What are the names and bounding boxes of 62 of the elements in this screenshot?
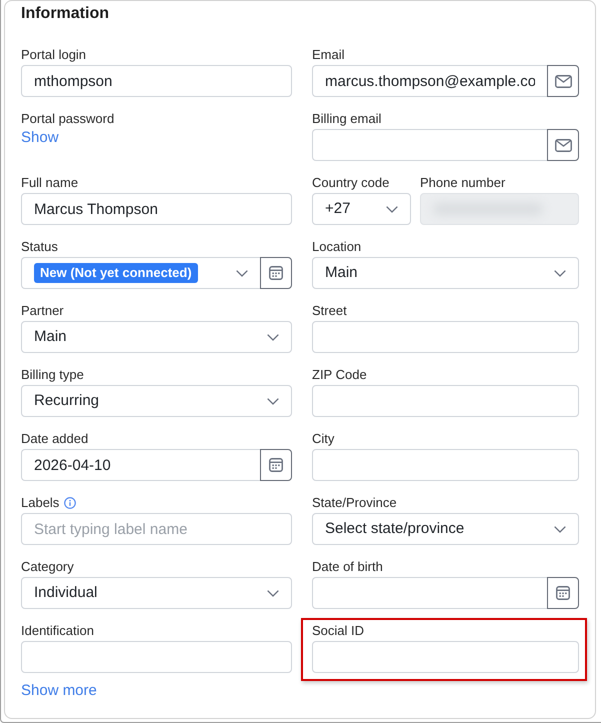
chevron-icon	[236, 270, 248, 276]
text-field[interactable]: Start typing label name	[21, 513, 292, 545]
field-label: Billing email	[312, 111, 382, 127]
field-label: Country code	[312, 175, 390, 191]
status-badge: New (Not yet connected)	[34, 263, 198, 283]
chevron-icon	[267, 590, 279, 596]
show-more-link[interactable]: Show more	[21, 682, 97, 700]
calendar-button[interactable]	[260, 449, 292, 481]
email-button[interactable]	[547, 129, 579, 161]
status-dropdown[interactable]: New (Not yet connected)	[21, 257, 260, 289]
calendar-button[interactable]	[547, 577, 579, 609]
date-field[interactable]: 2026-04-10	[21, 449, 260, 481]
calendar-icon	[269, 266, 283, 280]
field-label: Date of birth	[312, 559, 383, 575]
calendar-button[interactable]	[260, 257, 292, 289]
text-field[interactable]	[21, 641, 292, 673]
field-label: Portal login	[21, 47, 86, 63]
field-label: Date added	[21, 431, 88, 447]
text-field[interactable]	[312, 321, 579, 353]
dropdown[interactable]: Main	[312, 257, 579, 289]
field-label: Identification	[21, 623, 94, 639]
field-label: Social ID	[312, 623, 364, 639]
text-field[interactable]: mthompson	[21, 65, 292, 97]
field-label: Category	[21, 559, 74, 575]
calendar-icon	[269, 458, 283, 472]
dropdown[interactable]: Main	[21, 321, 292, 353]
dropdown[interactable]: Recurring	[21, 385, 292, 417]
text-field[interactable]: Marcus Thompson	[21, 193, 292, 225]
show-password-link[interactable]: Show	[21, 129, 59, 147]
field-label: City	[312, 431, 334, 447]
text-field[interactable]	[312, 385, 579, 417]
field-label: Billing type	[21, 367, 84, 383]
field-label: Location	[312, 239, 362, 255]
chevron-icon	[267, 334, 279, 340]
chevron-icon	[554, 526, 566, 532]
field-label: Partner	[21, 303, 64, 319]
field-label: Street	[312, 303, 347, 319]
text-field[interactable]	[312, 641, 579, 673]
field-label: Portal password	[21, 111, 114, 127]
info-icon[interactable]	[64, 497, 76, 509]
field-label: State/Province	[312, 495, 397, 511]
section-title: Information	[21, 4, 110, 24]
date-field[interactable]	[312, 577, 547, 609]
chevron-icon	[267, 398, 279, 404]
email-button[interactable]	[547, 65, 579, 97]
dropdown[interactable]: Individual	[21, 577, 292, 609]
envelope-icon	[554, 138, 572, 152]
field-label: Full name	[21, 175, 78, 191]
text-field[interactable]	[312, 449, 579, 481]
dropdown[interactable]: Select state/province	[312, 513, 579, 545]
chevron-icon	[386, 206, 398, 212]
phone-field[interactable]	[420, 193, 579, 225]
field-label: Email	[312, 47, 345, 63]
field-label: ZIP Code	[312, 367, 367, 383]
field-label: Labels	[21, 495, 60, 511]
email-field[interactable]	[312, 129, 547, 161]
envelope-icon	[554, 74, 572, 88]
field-label: Phone number	[420, 175, 506, 191]
dropdown[interactable]: +27	[312, 193, 411, 225]
field-label: Status	[21, 239, 58, 255]
chevron-icon	[554, 270, 566, 276]
calendar-icon	[556, 586, 570, 600]
